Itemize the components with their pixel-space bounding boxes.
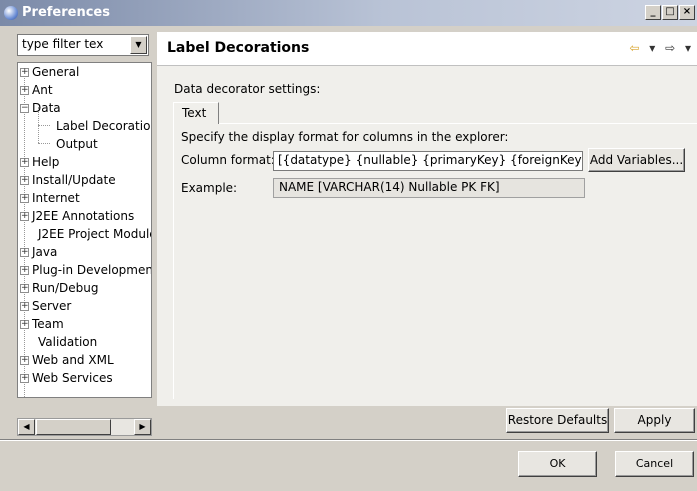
window-title: Preferences (22, 5, 110, 20)
tree-item-label: Help (32, 155, 60, 169)
tree-item-data[interactable]: − Data (20, 99, 61, 117)
expand-icon[interactable]: + (20, 86, 29, 95)
tab-text[interactable]: Text (173, 102, 219, 124)
tree-item-label: Run/Debug (32, 281, 99, 295)
footer-separator (0, 439, 697, 441)
back-menu-chevron-icon[interactable]: ▾ (649, 41, 655, 55)
tree-item-label: Ant (32, 83, 53, 97)
tree-item-label: Install/Update (32, 173, 116, 187)
scroll-thumb[interactable] (36, 419, 111, 435)
page-header: Label Decorations ⇦ ▾ ⇨ ▾ (157, 32, 697, 66)
collapse-icon[interactable]: − (20, 104, 29, 113)
format-description: Specify the display format for columns i… (181, 130, 509, 144)
filter-input[interactable]: type filter tex ▼ (17, 34, 149, 56)
tree-item-label: J2EE Annotations (32, 209, 135, 223)
tree-item-label: Plug-in Developmen (32, 263, 152, 277)
tree-item-j2ee-project-module[interactable]: J2EE Project Module (38, 225, 152, 243)
tree-item-label: General (32, 65, 80, 79)
tree-item-server[interactable]: + Server (20, 297, 71, 315)
example-label: Example: (181, 181, 238, 195)
filter-text: type filter tex (22, 37, 104, 51)
tree-item-j2ee-annotations[interactable]: + J2EE Annotations (20, 207, 134, 225)
apply-button[interactable]: Apply (614, 408, 695, 433)
expand-icon[interactable]: + (20, 248, 29, 257)
cancel-button[interactable]: Cancel (615, 451, 694, 477)
chevron-down-icon[interactable]: ▼ (130, 36, 147, 54)
tree-item-run-debug[interactable]: + Run/Debug (20, 279, 99, 297)
tree-item-web-services[interactable]: + Web Services (20, 369, 113, 387)
expand-icon[interactable]: + (20, 356, 29, 365)
tree-item-label: Web and XML (32, 353, 114, 367)
tree-item-label: Team (32, 317, 64, 331)
history-nav: ⇦ ▾ ⇨ ▾ (623, 41, 691, 55)
section-label: Data decorator settings: (174, 82, 321, 96)
tree-item-team[interactable]: + Team (20, 315, 64, 333)
tree-item-web-and-xml[interactable]: + Web and XML (20, 351, 114, 369)
tree-horizontal-scrollbar[interactable]: ◀ ▶ (17, 418, 152, 436)
app-icon (4, 6, 18, 20)
maximize-button[interactable]: □ (662, 5, 678, 20)
expand-icon[interactable]: + (20, 284, 29, 293)
minimize-button[interactable]: _ (645, 5, 661, 20)
tree-item-label: J2EE Project Module (38, 227, 152, 241)
expand-icon[interactable]: + (20, 176, 29, 185)
tree-item-java[interactable]: + Java (20, 243, 57, 261)
tree-item-help[interactable]: + Help (20, 153, 59, 171)
page-title: Label Decorations (167, 40, 310, 56)
preferences-tree: + General + Ant − Data Label Decoration Out… (17, 62, 152, 398)
tree-item-label: Label Decoration (56, 119, 151, 133)
tree-item-plugin-development[interactable]: + Plug-in Developmen (20, 261, 152, 279)
tree-item-validation[interactable]: Validation (38, 333, 97, 351)
add-variables-button[interactable]: Add Variables... (588, 148, 685, 172)
tree-item-label: Output (56, 137, 98, 151)
tree-item-label: Data (32, 101, 61, 115)
expand-icon[interactable]: + (20, 212, 29, 221)
tree-item-label: Server (32, 299, 72, 313)
expand-icon[interactable]: + (20, 266, 29, 275)
scroll-left-arrow-icon[interactable]: ◀ (18, 419, 35, 435)
column-format-input[interactable]: [{datatype} {nullable} {primaryKey} {for… (273, 151, 583, 171)
tree-item-label: Web Services (32, 371, 113, 385)
expand-icon[interactable]: + (20, 68, 29, 77)
example-field: NAME [VARCHAR(14) Nullable PK FK] (273, 178, 585, 198)
scroll-right-arrow-icon[interactable]: ▶ (134, 419, 151, 435)
title-bar[interactable]: Preferences _ □ × (0, 0, 697, 26)
expand-icon[interactable]: + (20, 194, 29, 203)
forward-menu-chevron-icon[interactable]: ▾ (685, 41, 691, 55)
tree-item-install-update[interactable]: + Install/Update (20, 171, 116, 189)
forward-arrow-icon[interactable]: ⇨ (665, 41, 675, 55)
tree-item-general[interactable]: + General (20, 63, 79, 81)
tree-item-ant[interactable]: + Ant (20, 81, 53, 99)
tree-item-label: Validation (38, 335, 98, 349)
ok-button[interactable]: OK (518, 451, 597, 477)
back-arrow-icon[interactable]: ⇦ (629, 41, 639, 55)
expand-icon[interactable]: + (20, 320, 29, 329)
tree-item-label-decoration[interactable]: Label Decoration (56, 117, 151, 135)
tree-item-label: Internet (32, 191, 80, 205)
column-format-label: Column format: (181, 153, 275, 167)
tree-item-internet[interactable]: + Internet (20, 189, 80, 207)
close-button[interactable]: × (679, 5, 695, 20)
restore-defaults-button[interactable]: Restore Defaults (506, 408, 609, 433)
expand-icon[interactable]: + (20, 302, 29, 311)
tree-item-label: Java (32, 245, 58, 259)
tree-item-output[interactable]: Output (56, 135, 98, 153)
preferences-window: Preferences _ □ × type filter tex ▼ + Gen… (0, 0, 697, 491)
expand-icon[interactable]: + (20, 374, 29, 383)
expand-icon[interactable]: + (20, 158, 29, 167)
